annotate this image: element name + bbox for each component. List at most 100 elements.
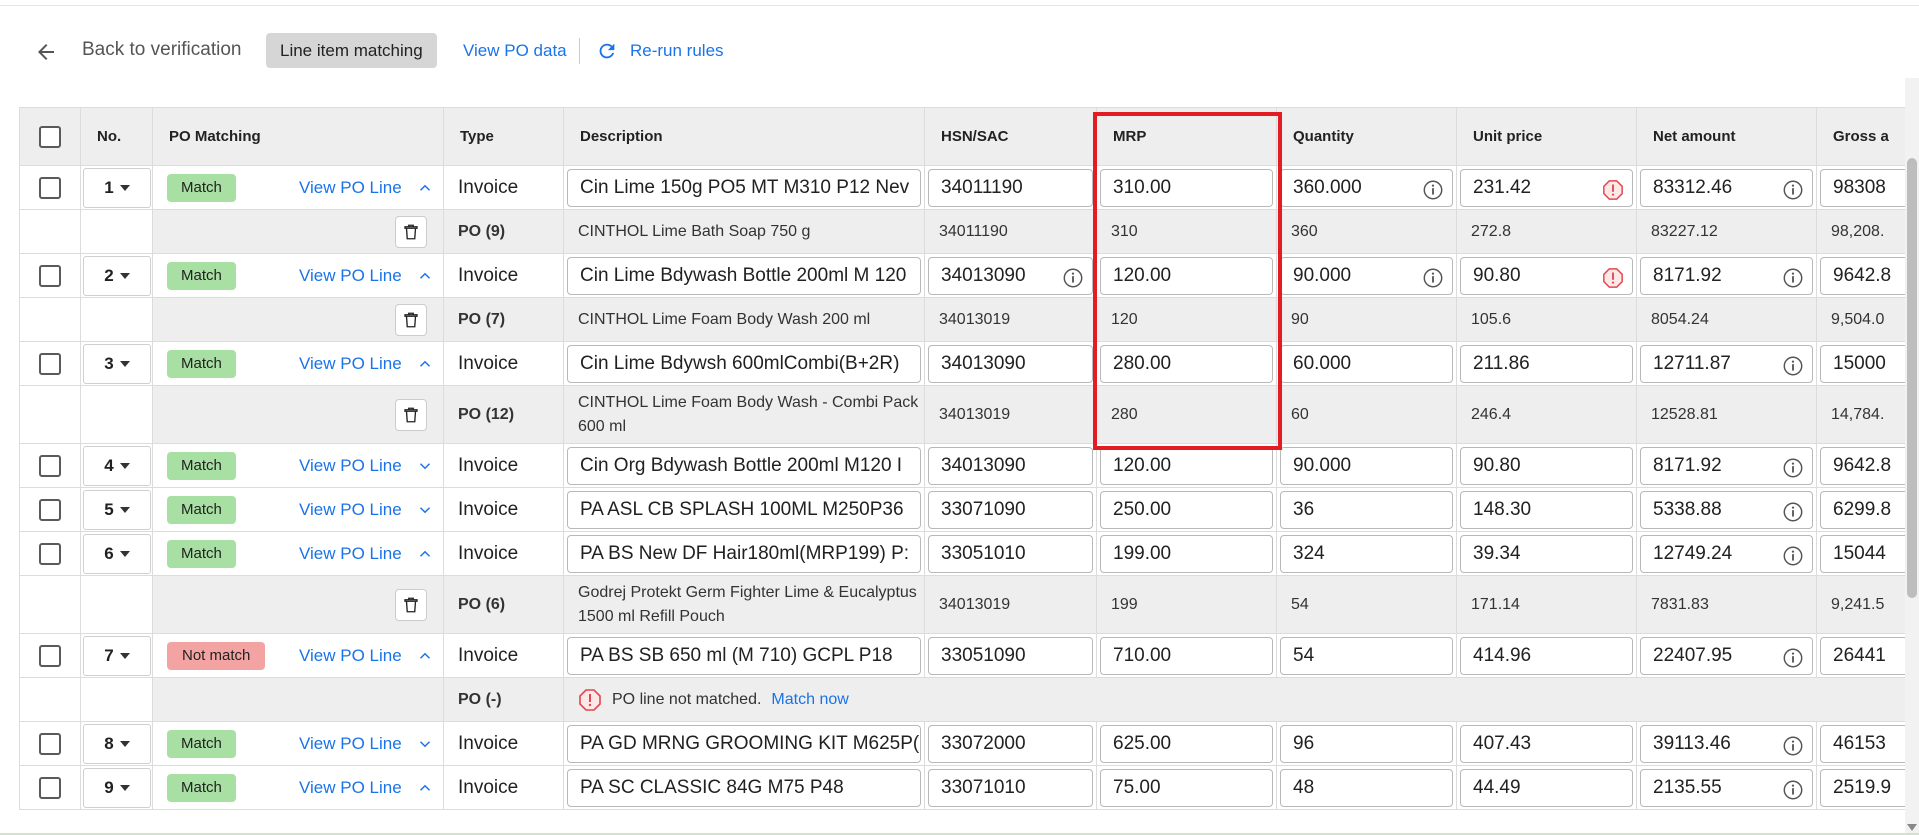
description-field[interactable]: PA BS New DF Hair180ml(MRP199) P: xyxy=(567,534,921,573)
hsn-field[interactable]: 33071010 xyxy=(928,768,1093,807)
net-amount-field[interactable]: 12749.24 xyxy=(1640,534,1813,573)
gross-amount-field[interactable]: 98308 xyxy=(1820,168,1916,207)
net-amount-field[interactable]: 83312.46 xyxy=(1640,168,1813,207)
unit-price-field[interactable]: 39.34 xyxy=(1460,534,1633,573)
gross-amount-field[interactable]: 26441 xyxy=(1820,636,1916,675)
info-icon[interactable] xyxy=(1782,178,1804,200)
hsn-field[interactable]: 33072000 xyxy=(928,724,1093,763)
row-number-dropdown[interactable]: 2 xyxy=(83,255,151,296)
row-checkbox[interactable] xyxy=(39,352,61,375)
description-field[interactable]: Cin Lime Bdywash Bottle 200ml M 120 xyxy=(567,256,921,295)
row-number-dropdown[interactable]: 4 xyxy=(83,445,151,486)
unit-price-field[interactable]: 407.43 xyxy=(1460,724,1633,763)
quantity-field[interactable]: 54 xyxy=(1280,636,1453,675)
info-icon[interactable] xyxy=(1782,734,1804,756)
chevron-up-icon[interactable] xyxy=(416,779,434,797)
info-icon[interactable] xyxy=(1422,178,1444,200)
unit-price-field[interactable]: 44.49 xyxy=(1460,768,1633,807)
mrp-field[interactable]: 280.00 xyxy=(1100,344,1273,383)
hsn-field[interactable]: 34013090 xyxy=(928,446,1093,485)
view-po-line-link[interactable]: View PO Line xyxy=(299,354,402,374)
chevron-down-icon[interactable] xyxy=(416,457,434,475)
refresh-icon[interactable] xyxy=(596,40,618,62)
chevron-up-icon[interactable] xyxy=(416,179,434,197)
unit-price-field[interactable]: 211.86 xyxy=(1460,344,1633,383)
gross-amount-field[interactable]: 46153 xyxy=(1820,724,1916,763)
tab-line-item-matching[interactable]: Line item matching xyxy=(266,33,437,68)
vertical-scrollbar[interactable] xyxy=(1905,78,1919,835)
row-number-dropdown[interactable]: 7 xyxy=(83,635,151,676)
quantity-field[interactable]: 96 xyxy=(1280,724,1453,763)
unit-price-field[interactable]: 90.80 xyxy=(1460,256,1633,295)
back-to-verification-link[interactable]: Back to verification xyxy=(82,39,241,61)
chevron-up-icon[interactable] xyxy=(416,355,434,373)
view-po-line-link[interactable]: View PO Line xyxy=(299,178,402,198)
info-icon[interactable] xyxy=(1782,354,1804,376)
description-field[interactable]: PA BS SB 650 ml (M 710) GCPL P18 xyxy=(567,636,921,675)
row-number-dropdown[interactable]: 3 xyxy=(83,343,151,384)
row-checkbox[interactable] xyxy=(39,264,61,287)
mrp-field[interactable]: 625.00 xyxy=(1100,724,1273,763)
gross-amount-field[interactable]: 9642.8 xyxy=(1820,256,1916,295)
net-amount-field[interactable]: 2135.55 xyxy=(1640,768,1813,807)
scrollbar-thumb[interactable] xyxy=(1907,158,1917,598)
info-icon[interactable] xyxy=(1782,500,1804,522)
mrp-field[interactable]: 120.00 xyxy=(1100,256,1273,295)
row-number-dropdown[interactable]: 9 xyxy=(83,767,151,808)
net-amount-field[interactable]: 8171.92 xyxy=(1640,256,1813,295)
quantity-field[interactable]: 90.000 xyxy=(1280,446,1453,485)
delete-icon[interactable] xyxy=(395,303,427,336)
info-icon[interactable] xyxy=(1422,266,1444,288)
net-amount-field[interactable]: 12711.87 xyxy=(1640,344,1813,383)
row-number-dropdown[interactable]: 6 xyxy=(83,533,151,574)
view-po-line-link[interactable]: View PO Line xyxy=(299,266,402,286)
gross-amount-field[interactable]: 15000 xyxy=(1820,344,1916,383)
delete-icon[interactable] xyxy=(395,398,427,431)
warning-icon[interactable] xyxy=(1602,266,1624,288)
description-field[interactable]: Cin Org Bdywash Bottle 200ml M120 I xyxy=(567,446,921,485)
view-po-line-link[interactable]: View PO Line xyxy=(299,500,402,520)
quantity-field[interactable]: 60.000 xyxy=(1280,344,1453,383)
quantity-field[interactable]: 324 xyxy=(1280,534,1453,573)
hsn-field[interactable]: 33051010 xyxy=(928,534,1093,573)
row-checkbox[interactable] xyxy=(39,176,61,199)
description-field[interactable]: PA GD MRNG GROOMING KIT M625P( xyxy=(567,724,921,763)
hsn-field[interactable]: 34013090 xyxy=(928,344,1093,383)
quantity-field[interactable]: 360.000 xyxy=(1280,168,1453,207)
mrp-field[interactable]: 710.00 xyxy=(1100,636,1273,675)
unit-price-field[interactable]: 414.96 xyxy=(1460,636,1633,675)
warning-icon[interactable] xyxy=(1602,178,1624,200)
net-amount-field[interactable]: 5338.88 xyxy=(1640,490,1813,529)
row-checkbox[interactable] xyxy=(39,498,61,521)
chevron-up-icon[interactable] xyxy=(416,647,434,665)
gross-amount-field[interactable]: 2519.9 xyxy=(1820,768,1916,807)
hsn-field[interactable]: 33051090 xyxy=(928,636,1093,675)
view-po-line-link[interactable]: View PO Line xyxy=(299,734,402,754)
row-number-dropdown[interactable]: 5 xyxy=(83,489,151,530)
rerun-rules-link[interactable]: Re-run rules xyxy=(630,41,724,61)
view-po-line-link[interactable]: View PO Line xyxy=(299,456,402,476)
view-po-line-link[interactable]: View PO Line xyxy=(299,778,402,798)
hsn-field[interactable]: 34011190 xyxy=(928,168,1093,207)
mrp-field[interactable]: 120.00 xyxy=(1100,446,1273,485)
info-icon[interactable] xyxy=(1062,266,1084,288)
mrp-field[interactable]: 250.00 xyxy=(1100,490,1273,529)
mrp-field[interactable]: 310.00 xyxy=(1100,168,1273,207)
description-field[interactable]: Cin Lime 150g PO5 MT M310 P12 Nev xyxy=(567,168,921,207)
info-icon[interactable] xyxy=(1782,456,1804,478)
hsn-field[interactable]: 34013090 xyxy=(928,256,1093,295)
quantity-field[interactable]: 48 xyxy=(1280,768,1453,807)
row-checkbox[interactable] xyxy=(39,644,61,667)
row-number-dropdown[interactable]: 1 xyxy=(83,167,151,208)
unit-price-field[interactable]: 90.80 xyxy=(1460,446,1633,485)
mrp-field[interactable]: 75.00 xyxy=(1100,768,1273,807)
info-icon[interactable] xyxy=(1782,646,1804,668)
description-field[interactable]: PA SC CLASSIC 84G M75 P48 xyxy=(567,768,921,807)
row-checkbox[interactable] xyxy=(39,732,61,755)
arrow-left-icon[interactable] xyxy=(34,40,58,64)
chevron-down-icon[interactable] xyxy=(416,735,434,753)
info-icon[interactable] xyxy=(1782,544,1804,566)
net-amount-field[interactable]: 39113.46 xyxy=(1640,724,1813,763)
unit-price-field[interactable]: 148.30 xyxy=(1460,490,1633,529)
net-amount-field[interactable]: 8171.92 xyxy=(1640,446,1813,485)
